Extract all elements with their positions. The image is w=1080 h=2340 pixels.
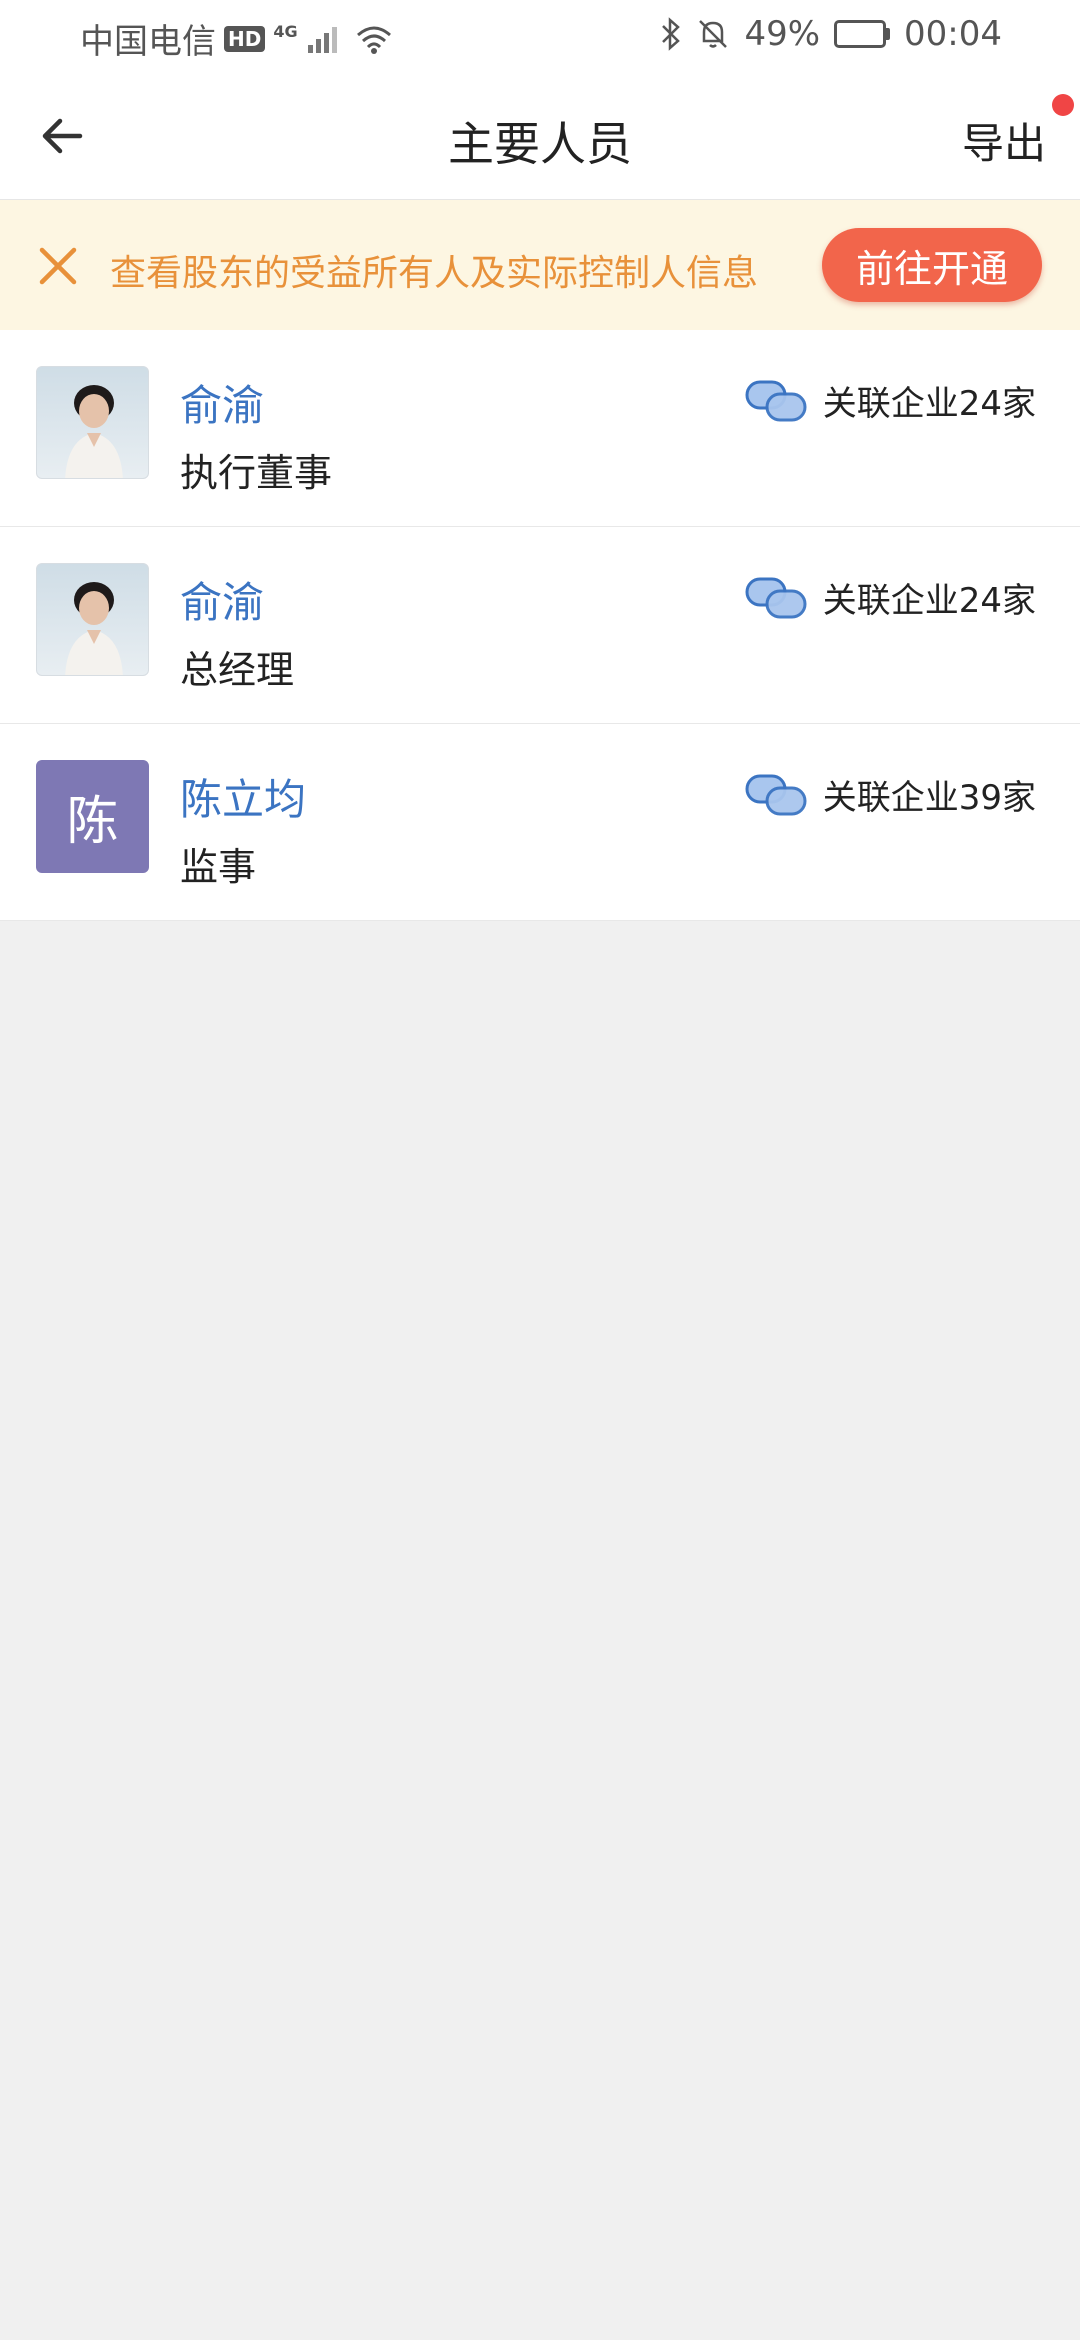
avatar (36, 366, 149, 479)
related-companies-label: 关联企业39家 (822, 778, 1036, 818)
export-button[interactable]: 导出 (962, 110, 1046, 171)
battery-percent: 49% (744, 14, 821, 54)
hd-badge: HD (224, 25, 266, 52)
bell-off-icon (699, 20, 728, 48)
status-bar: 中国电信 HD 4G 49% 00:04 (0, 0, 1080, 72)
avatar: 陈 (36, 760, 149, 873)
person-role: 总经理 (180, 648, 295, 692)
person-name[interactable]: 陈立均 (180, 766, 306, 827)
related-companies-link[interactable]: 关联企业39家 (745, 770, 1036, 819)
person-name[interactable]: 俞渝 (180, 569, 264, 630)
related-companies-label: 关联企业24家 (822, 384, 1036, 424)
linked-bubbles-icon (745, 774, 807, 815)
list-item[interactable]: 俞渝 执行董事 关联企业24家 (0, 330, 1080, 527)
person-photo-icon (65, 385, 123, 478)
related-companies-label: 关联企业24家 (822, 581, 1036, 621)
open-service-button[interactable]: 前往开通 (822, 228, 1042, 302)
upgrade-banner: 查看股东的受益所有人及实际控制人信息 前往开通 (0, 200, 1080, 330)
status-right: 49% 00:04 (660, 14, 1002, 54)
clock: 00:04 (904, 14, 1002, 54)
linked-bubbles-icon (745, 577, 807, 618)
carrier-label: 中国电信 (80, 22, 216, 62)
person-photo-icon (65, 582, 123, 675)
banner-text: 查看股东的受益所有人及实际控制人信息 (110, 253, 759, 294)
nav-bar: 主要人员 导出 (0, 72, 1080, 200)
person-role: 执行董事 (180, 451, 333, 495)
signal-icon (307, 26, 337, 53)
list-item[interactable]: 俞渝 总经理 关联企业24家 (0, 527, 1080, 724)
related-companies-link[interactable]: 关联企业24家 (745, 573, 1036, 622)
linked-bubbles-icon (745, 380, 807, 421)
bluetooth-icon (662, 17, 681, 51)
page-title: 主要人员 (448, 117, 632, 171)
person-role: 监事 (180, 845, 257, 889)
close-icon[interactable] (36, 244, 80, 288)
battery-icon (834, 20, 891, 48)
people-list: 俞渝 执行董事 关联企业24家 俞渝 总经理 关联企业24家 陈 陈立均 监事 … (0, 330, 1080, 921)
list-item[interactable]: 陈 陈立均 监事 关联企业39家 (0, 724, 1080, 921)
network-type-label: 4G (273, 21, 298, 41)
person-name[interactable]: 俞渝 (180, 372, 264, 433)
related-companies-link[interactable]: 关联企业24家 (745, 376, 1036, 425)
wifi-icon (356, 26, 391, 54)
avatar (36, 563, 149, 676)
status-left: 中国电信 HD 4G (80, 14, 394, 63)
notification-dot (1052, 94, 1074, 116)
